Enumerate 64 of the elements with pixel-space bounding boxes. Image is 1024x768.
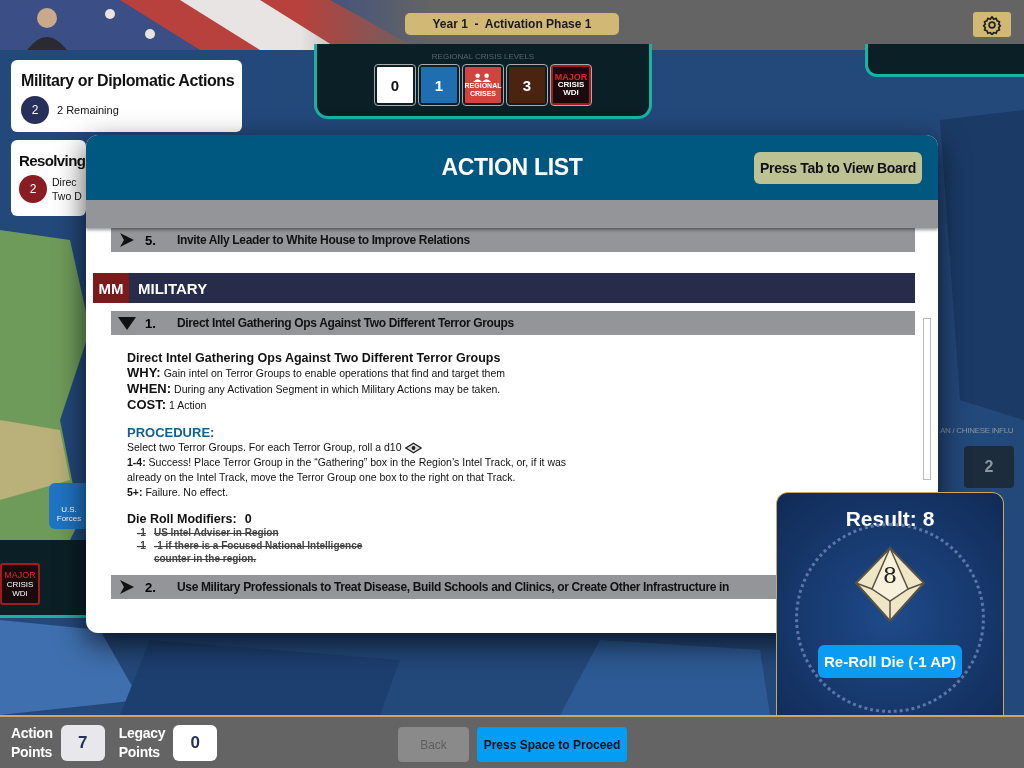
scrollbar[interactable]: [923, 318, 931, 480]
tile-text: MAJOR: [4, 570, 36, 580]
settings-icon: [982, 14, 1002, 35]
modifiers-total: 0: [244, 512, 252, 526]
procedure-text: Select two Terror Groups. For each Terror Group, roll a d10: [127, 440, 402, 455]
count-badge: 2: [21, 96, 49, 124]
procedure-text: 5+: Failure. No effect.: [127, 485, 229, 500]
view-board-button[interactable]: Press Tab to View Board: [754, 152, 922, 184]
card-title: Military or Diplomatic Actions: [21, 72, 232, 90]
counter-value: 7: [60, 724, 105, 761]
field-text: Gain intel on Terror Groups to enable operations that find and target them: [163, 367, 505, 379]
section-code: MM: [93, 273, 129, 303]
modifiers-label: Die Roll Modifiers:: [127, 512, 237, 526]
proceed-button[interactable]: Press Space to Proceed: [477, 727, 627, 762]
tile-text: MAJOR: [554, 73, 588, 81]
row-title: Invite Ally Leader to White House to Improve Relations: [177, 233, 470, 247]
panel-caption: REGIONAL CRISIS LEVELS: [431, 52, 535, 61]
tile-text: CRISIS: [6, 579, 34, 589]
count-badge: 2: [19, 175, 47, 203]
crisis-level-tile: 3: [507, 65, 547, 105]
modifier-value: -1: [137, 526, 146, 539]
expanded-arrow-icon: [117, 315, 137, 331]
tile-text: WDI: [563, 89, 579, 97]
modifier-value: -1: [137, 539, 146, 553]
card-text: 2 Remaining: [57, 103, 119, 117]
counter-label: Legacy: [118, 723, 166, 743]
detail-heading: Direct Intel Gathering Ops Against Two Different Terror Groups: [127, 351, 502, 365]
modifier-text: US Intel Adviser in Region: [153, 526, 279, 539]
field-text: 1 Action: [169, 399, 207, 411]
influence-tile: 2: [964, 446, 1014, 488]
procedure-text: 1-4: Success! Place Terror Group in the “Gathering” box in the Region’s Intel Track, or, if it was already on the Intel Track, move the Terror Group one box to the right on that Track.: [127, 455, 568, 485]
row-number: 2.: [145, 579, 157, 595]
phase-label: Year 1 - Activation Phase 1: [405, 13, 619, 35]
field-text: During any Activation Segment in which Military Actions may be taken.: [174, 383, 501, 395]
action-row[interactable]: 5. Invite Ally Leader to White House to Improve Relations: [111, 228, 915, 252]
row-number: 1.: [145, 315, 157, 331]
field-label: WHEN:: [127, 381, 172, 396]
people-icon: [472, 72, 494, 82]
row-number: 5.: [145, 232, 157, 248]
card-text: Two D: [52, 189, 82, 203]
panel-caption: AN / CHINESE INFLU: [940, 426, 1014, 435]
tile-text: WDI: [12, 588, 28, 598]
modifier-text: -1 if there is a Focused National Intelligence counter in the region.: [153, 539, 364, 565]
procedure-title: PROCEDURE:: [127, 425, 216, 440]
counter-label: Action: [11, 723, 53, 743]
field-label: COST:: [127, 397, 166, 412]
badge-text: U.S.: [61, 505, 77, 514]
section-title: MILITARY: [138, 279, 208, 297]
field-label: WHY:: [127, 365, 161, 380]
row-title: Direct Intel Gathering Ops Against Two Different Terror Groups: [177, 316, 514, 330]
row-title: Use Military Professionals to Treat Disease, Build Schools and Clinics, or Create Other Infrastructure in: [177, 580, 730, 594]
counter-label: Points: [11, 742, 53, 762]
settings-button[interactable]: [973, 12, 1011, 37]
die-icon: [405, 441, 423, 454]
counter-label: Points: [118, 742, 161, 762]
dialog-title: ACTION LIST: [441, 154, 583, 181]
tile-text: CRISIS: [557, 81, 585, 89]
counter-value: 0: [173, 724, 218, 761]
badge-text: Forces: [56, 514, 82, 523]
card-text: Direc: [52, 175, 78, 189]
action-row[interactable]: 1. Direct Intel Gathering Ops Against Two Different Terror Groups: [111, 311, 915, 335]
crisis-level-tile: 0: [375, 65, 415, 105]
result-title: Result: 8: [845, 507, 935, 531]
crisis-level-tile: 1: [419, 65, 459, 105]
